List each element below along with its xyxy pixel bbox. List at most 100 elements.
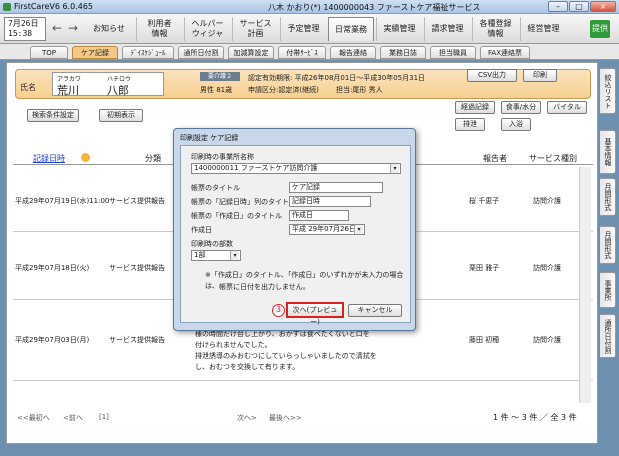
toolbar-item-registry[interactable]: 各種登録 情報 [472, 17, 518, 41]
tab-day-schedule[interactable]: ﾃﾞｲｽｹｼﾞｭｰﾙ [122, 46, 174, 59]
vital-button[interactable]: バイタル [547, 101, 587, 114]
app-title: FirstCareV6 6.0.465 [14, 2, 93, 11]
next-preview-button[interactable]: 次へ(プレビュー) [286, 302, 344, 326]
tab-extra-service[interactable]: 付帯ｻｰﾋﾞｽ [278, 46, 326, 59]
step-number-badge: 3 [272, 304, 285, 317]
excretion-button[interactable]: 排泄 [455, 118, 485, 131]
dialog-title: 印刷設定 ケア記録 [180, 134, 239, 142]
tab-work-log[interactable]: 業務日誌 [380, 46, 426, 59]
close-button[interactable]: × [590, 1, 616, 12]
staff-name: 担当:尾形 秀人 [336, 86, 383, 94]
search-condition-button[interactable]: 検索条件設定 [27, 109, 79, 122]
print-settings-dialog: 印刷設定 ケア記録 印刷時の事業所名称 1400000011 ファーストケア訪問… [173, 128, 416, 331]
back-icon[interactable]: ← [50, 17, 64, 41]
forward-icon[interactable]: → [66, 17, 80, 41]
side-tab-daycare-date[interactable]: 通所日付割 [600, 314, 616, 358]
toolbar-item-schedule[interactable]: 予定管理 [280, 17, 326, 41]
help-button[interactable]: 提供 [590, 20, 610, 38]
print-button[interactable]: 印刷 [523, 69, 557, 82]
row-service: 訪問介護 [533, 264, 561, 272]
detail-line: し、おむつを交換して有ります。 [195, 363, 300, 371]
tab-top[interactable]: TOP [30, 46, 68, 59]
row-detail-text: 様の時間だけ台し上がり、おかずは食べたくないと口を 付けられませんでした。 排泄… [195, 329, 385, 373]
tab-fax[interactable]: FAX連絡票 [480, 46, 530, 59]
side-tab-filter-list[interactable]: 絞込リスト [600, 68, 616, 114]
row-date: 平成29年07月03日(月) [15, 336, 90, 344]
column-service: サービス種別 [529, 154, 577, 163]
time-text: 15:38 [8, 29, 33, 38]
chevron-down-icon: ▾ [230, 251, 239, 260]
toolbar-item-helper[interactable]: ヘルパー ウィジャ [184, 17, 230, 41]
initial-display-button[interactable]: 初期表示 [99, 109, 143, 122]
created-date-label: 作成日 [191, 226, 212, 234]
form-title-label: 帳票のタイトル [191, 184, 240, 192]
detail-line: 排泄誘導のみおむつにしていらっしゃいましたので清拭を [195, 352, 377, 360]
created-date-picker[interactable]: 平成 29年07月26日 ▾ [289, 224, 365, 235]
row-reporter: 桜 千恵子 [469, 197, 500, 205]
chevron-down-icon: ▾ [390, 164, 399, 173]
apply-type: 申請区分:認定済(継続) [248, 86, 319, 94]
toolbar-item-plan[interactable]: サービス 計画 [232, 17, 278, 41]
app-icon [3, 3, 11, 11]
progress-record-button[interactable]: 経過記録 [455, 101, 495, 114]
next-page-link[interactable]: 次へ> [237, 413, 257, 423]
last-page-link[interactable]: 最後へ>> [269, 413, 302, 423]
prev-page-link[interactable]: <前へ [63, 413, 83, 423]
vertical-scrollbar[interactable] [579, 167, 591, 403]
pagination: <<最初へ <前へ [1] 次へ> 最後へ>> 1 件 ～ 3 件 ／ 全 3 … [13, 408, 593, 428]
maximize-button[interactable]: □ [569, 1, 589, 12]
office-label: 印刷時の事業所名称 [191, 153, 254, 161]
tab-care-record[interactable]: ケア記録 [72, 46, 118, 59]
toolbar-item-news[interactable]: お知らせ [84, 17, 134, 41]
name-label: 氏名 [20, 83, 36, 92]
minimize-button[interactable]: – [548, 1, 568, 12]
record-count: 1 件 ～ 3 件 ／ 全 3 件 [493, 413, 577, 422]
page-number[interactable]: [1] [99, 413, 109, 421]
column-reporter: 報告者 [483, 154, 507, 163]
toolbar-item-management[interactable]: 経営管理 [520, 17, 566, 41]
csv-button[interactable]: CSV出力 [467, 69, 517, 82]
row-date: 平成29年07月19日(水)11:00 [15, 197, 110, 205]
user-info: 八木 かおり(*) 1400000043 ファーストケア福祉サービス [268, 3, 481, 12]
title-bar: FirstCareV6 6.0.465 八木 かおり(*) 1400000043… [0, 0, 619, 14]
column-date[interactable]: 記録日時 [33, 153, 65, 164]
tab-report[interactable]: 報告連絡 [330, 46, 376, 59]
tab-staff[interactable]: 担当職員 [430, 46, 476, 59]
main-toolbar: 7月26日 15:38 ← → お知らせ 利用者 情報 ヘルパー ウィジャ サー… [0, 14, 619, 44]
care-level-badge: 要介護２ [200, 72, 240, 81]
meal-button[interactable]: 食事/水分 [501, 101, 541, 114]
side-tab-monthly-1[interactable]: 月間形式 [600, 178, 616, 216]
client-family-name: 荒川 [57, 84, 79, 97]
client-given-name: 八郎 [107, 84, 129, 97]
first-page-link[interactable]: <<最初へ [17, 413, 50, 423]
bath-button[interactable]: 入浴 [501, 118, 531, 131]
form-title-input[interactable]: ケア記録 [289, 182, 383, 193]
sex-age: 男性 81歳 [200, 86, 233, 94]
side-tab-office[interactable]: 事業所 [600, 272, 616, 308]
created-title-input[interactable]: 作成日 [289, 210, 349, 221]
date-column-label: 帳票の「記録日時」列のタイトル [191, 198, 296, 206]
tab-day-care-date[interactable]: 通所日付割 [178, 46, 224, 59]
cert-period: 認定有効期限: 平成26年08月01日～平成30年05月31日 [248, 74, 426, 82]
tab-addition-setting[interactable]: 加減算設定 [228, 46, 274, 59]
side-tab-bar: 絞込リスト 基本情報 月間形式 月間形式 事業所 通所日付割 [599, 62, 617, 444]
copies-label: 印刷時の部数 [191, 240, 233, 248]
toolbar-item-results[interactable]: 実績管理 [376, 17, 422, 41]
office-select[interactable]: 1400000011 ファーストケア訪問介護 ▾ [191, 163, 401, 174]
detail-line: 付けられませんでした。 [195, 341, 272, 349]
created-date-value: 平成 29年07月26日 [292, 225, 356, 233]
date-display: 7月26日 15:38 [4, 17, 46, 41]
side-tab-monthly-2[interactable]: 月間形式 [600, 226, 616, 264]
side-tab-basic-info[interactable]: 基本情報 [600, 130, 616, 174]
row-date: 平成29年07月18日(火) [15, 264, 90, 272]
toolbar-item-client[interactable]: 利用者 情報 [136, 17, 182, 41]
copies-select[interactable]: 1部 ▾ [191, 250, 241, 261]
toolbar-item-daily[interactable]: 日常業務 [328, 17, 374, 41]
toolbar-item-billing[interactable]: 請求管理 [424, 17, 470, 41]
sort-icon[interactable] [81, 153, 90, 162]
date-column-input[interactable]: 記録日時 [289, 196, 371, 207]
created-title-label: 帳票の「作成日」のタイトル [191, 212, 282, 220]
row-category: サービス提供報告 [109, 197, 165, 205]
row-reporter: 栗田 雅子 [469, 264, 500, 272]
cancel-button[interactable]: キャンセル [348, 304, 402, 317]
